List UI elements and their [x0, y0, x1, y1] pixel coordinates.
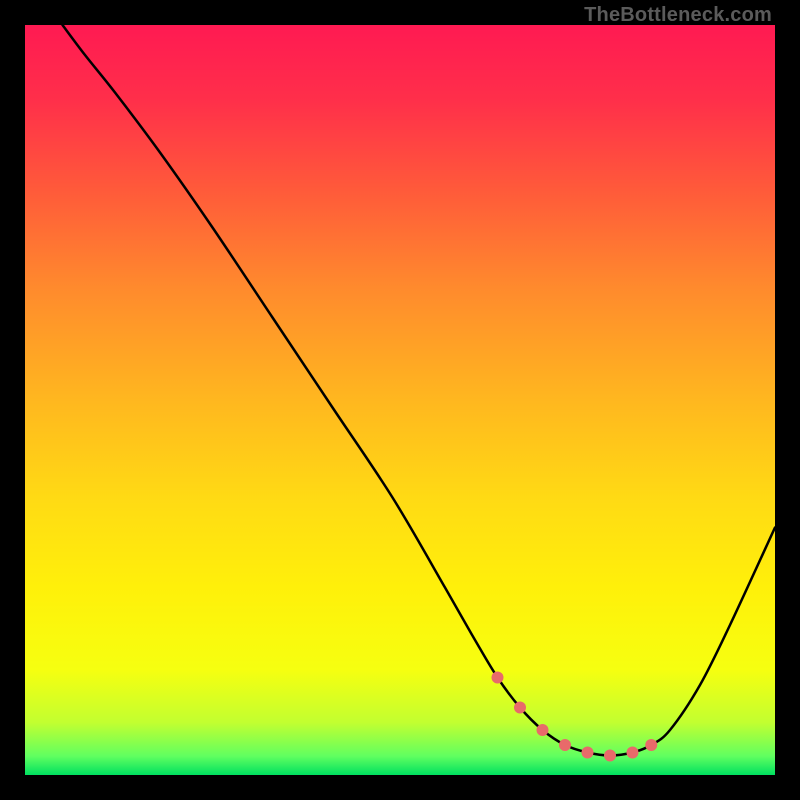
marker-dot [559, 739, 571, 751]
watermark-text: TheBottleneck.com [584, 4, 772, 27]
marker-dot [514, 702, 526, 714]
marker-dot [537, 724, 549, 736]
bottleneck-curve [63, 25, 776, 756]
plot-area [25, 25, 775, 775]
chart-frame: TheBottleneck.com [0, 0, 800, 800]
marker-dot [582, 747, 594, 759]
marker-dot [645, 739, 657, 751]
marker-dot [627, 747, 639, 759]
marker-dot [604, 750, 616, 762]
curve-layer [25, 25, 775, 775]
marker-dot [492, 672, 504, 684]
